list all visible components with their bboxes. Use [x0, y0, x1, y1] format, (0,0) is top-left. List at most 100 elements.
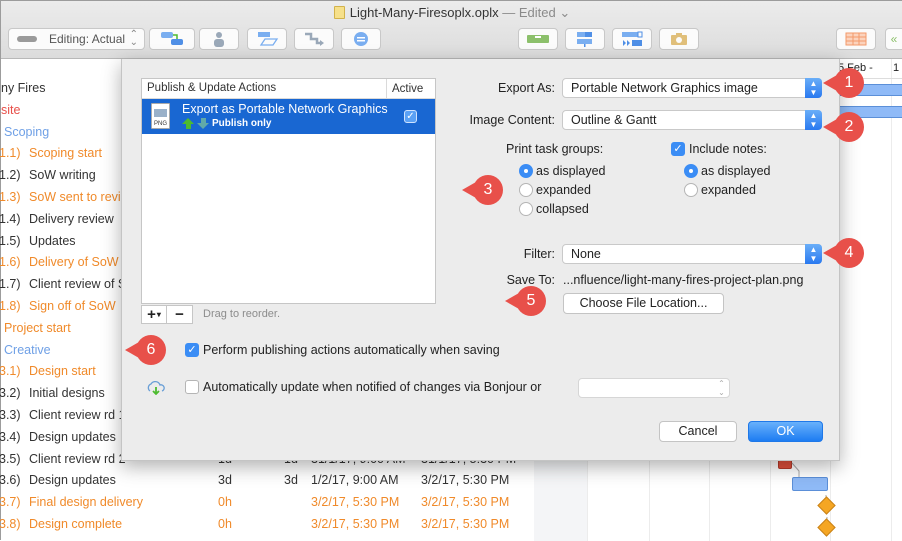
- notes-expanded-radio[interactable]: expanded: [684, 183, 756, 197]
- row-number: 1.5): [0, 233, 21, 248]
- baseline-icon: [527, 35, 549, 43]
- row-title: Design complete: [29, 517, 123, 531]
- duration-cell: 0h: [218, 517, 232, 531]
- row-title: Delivery review: [29, 211, 114, 226]
- level-resources-button[interactable]: [565, 28, 605, 50]
- remove-action-button[interactable]: −: [167, 304, 193, 324]
- level-resources-icon: [577, 32, 592, 47]
- row-title: Updates: [29, 233, 76, 248]
- row-title: Design updates: [29, 473, 116, 488]
- end-date-cell: 3/2/17, 5:30 PM: [421, 517, 510, 531]
- window-title-text: Light-Many-Firesoplx.oplx: [349, 5, 499, 20]
- start-date-cell: 3/2/17, 5:30 PM: [311, 495, 400, 510]
- row-title: Scoping start: [29, 146, 102, 161]
- row-number: 1.7): [0, 277, 21, 292]
- row-title: Initial designs: [29, 386, 105, 401]
- resource-button[interactable]: [199, 28, 239, 50]
- callout-6: 6: [125, 335, 166, 365]
- group-button[interactable]: [341, 28, 381, 50]
- row-number: 1.3): [0, 190, 21, 204]
- row-title: Delivery of SoW: [29, 255, 119, 270]
- row-number: 1.1): [0, 146, 21, 161]
- add-action-button[interactable]: + ▾: [141, 304, 167, 324]
- catch-up-button[interactable]: [612, 28, 652, 50]
- document-icon: [333, 6, 345, 19]
- row-title: site: [1, 102, 21, 117]
- end-date-cell: 3/2/17, 5:30 PM: [421, 495, 510, 510]
- callout-4: 4: [823, 238, 864, 268]
- filter-select[interactable]: None ▲ ▼: [562, 244, 822, 264]
- callout-2: 2: [823, 112, 864, 142]
- drag-hint: Drag to reorder.: [203, 308, 281, 320]
- auto-update-checkbox[interactable]: Automatically update when notified of ch…: [185, 380, 541, 394]
- task-groups-expanded-radio[interactable]: expanded: [519, 183, 591, 197]
- row-number: 3.2): [0, 386, 21, 401]
- export-as-select[interactable]: Portable Network Graphics image ▲ ▼: [562, 78, 822, 98]
- dropdown-arrow-icon: ▾: [156, 309, 161, 319]
- title-separator: —: [502, 5, 516, 20]
- ok-button[interactable]: OK: [748, 421, 823, 442]
- row-title: Sign off of SoW: [29, 299, 116, 313]
- cloud-download-icon: [147, 381, 165, 395]
- navigate-back-button[interactable]: «: [885, 28, 902, 50]
- row-title: ny Fires: [1, 81, 46, 95]
- callout-5: 5: [505, 286, 546, 316]
- effort-cell: 3d: [284, 473, 298, 488]
- row-title: Creative: [4, 342, 51, 357]
- row-title: Client review rd 2: [29, 451, 126, 466]
- row-title: Client review of S: [29, 277, 127, 292]
- row-number: 1.4): [0, 211, 21, 226]
- include-notes-checkbox[interactable]: ✓ Include notes:: [671, 142, 767, 156]
- cancel-button[interactable]: Cancel: [659, 421, 737, 442]
- row-number: 3.3): [0, 408, 21, 422]
- row-number: 3.1): [0, 364, 21, 379]
- milestone-icon: [258, 32, 279, 46]
- auto-publish-checkbox[interactable]: ✓ Perform publishing actions automaticall…: [185, 343, 500, 357]
- publish-arrow-up-icon: [182, 118, 194, 129]
- column-header-actions[interactable]: Publish & Update Actions: [147, 82, 276, 94]
- updown-icon: ⌃ ⌄: [718, 379, 725, 397]
- bonjour-source-select[interactable]: ⌃ ⌄: [578, 378, 730, 398]
- row-number: 3.8): [0, 517, 21, 531]
- connect-button[interactable]: [294, 28, 334, 50]
- editing-mode-label: Editing: Actual: [49, 32, 126, 46]
- row-title: Design start: [29, 364, 96, 379]
- baseline-button[interactable]: [518, 28, 558, 50]
- notes-as-displayed-radio[interactable]: as displayed: [684, 164, 771, 178]
- row-number: 3.6): [0, 473, 21, 488]
- updown-icon: ⌃ ⌄: [129, 29, 138, 48]
- active-checkbox[interactable]: ✓: [404, 110, 417, 123]
- list-header: Publish & Update Actions Active: [142, 79, 435, 99]
- task-groups-collapsed-radio[interactable]: collapsed: [519, 202, 589, 216]
- table-view-button[interactable]: [836, 28, 876, 50]
- row-title: SoW writing: [29, 168, 96, 183]
- action-title: Export as Portable Network Graphics: [182, 102, 388, 116]
- editing-mode-select[interactable]: Editing: Actual ⌃ ⌄: [8, 28, 145, 50]
- column-header-active[interactable]: Active: [386, 79, 423, 99]
- row-number: 1.8): [0, 299, 21, 313]
- chevron-down-icon[interactable]: ⌄: [559, 5, 570, 20]
- task-groups-as-displayed-radio[interactable]: as displayed: [519, 164, 606, 178]
- save-to-path: ...nfluence/light-many-fires-project-pla…: [563, 273, 804, 287]
- publish-dialog: Publish & Update Actions Active PNG Expo…: [121, 59, 840, 461]
- snapshot-button[interactable]: [659, 28, 699, 50]
- milestone-button[interactable]: [247, 28, 287, 50]
- image-content-label: Image Content:: [469, 113, 555, 127]
- publish-actions-list[interactable]: Publish & Update Actions Active PNG Expo…: [141, 78, 436, 304]
- choose-file-location-button[interactable]: Choose File Location...: [563, 293, 724, 314]
- connect-icon: [305, 32, 324, 46]
- image-content-select[interactable]: Outline & Gantt ▲ ▼: [562, 110, 822, 130]
- group-icon: [354, 32, 368, 46]
- snapshot-camera-icon: [671, 33, 687, 45]
- task-dependencies-button[interactable]: [149, 28, 195, 50]
- updown-icon: ▲ ▼: [805, 244, 822, 264]
- duration-cell: 3d: [218, 473, 232, 488]
- catch-up-icon: [622, 31, 643, 46]
- gantt-bar[interactable]: [792, 477, 828, 491]
- filter-label: Filter:: [523, 247, 555, 261]
- row-number: 3.4): [0, 429, 21, 444]
- edited-status[interactable]: Edited: [519, 5, 556, 20]
- row-title: Project start: [4, 320, 71, 335]
- start-date-cell: 3/2/17, 5:30 PM: [311, 517, 400, 531]
- list-item[interactable]: PNG Export as Portable Network Graphics …: [142, 99, 435, 134]
